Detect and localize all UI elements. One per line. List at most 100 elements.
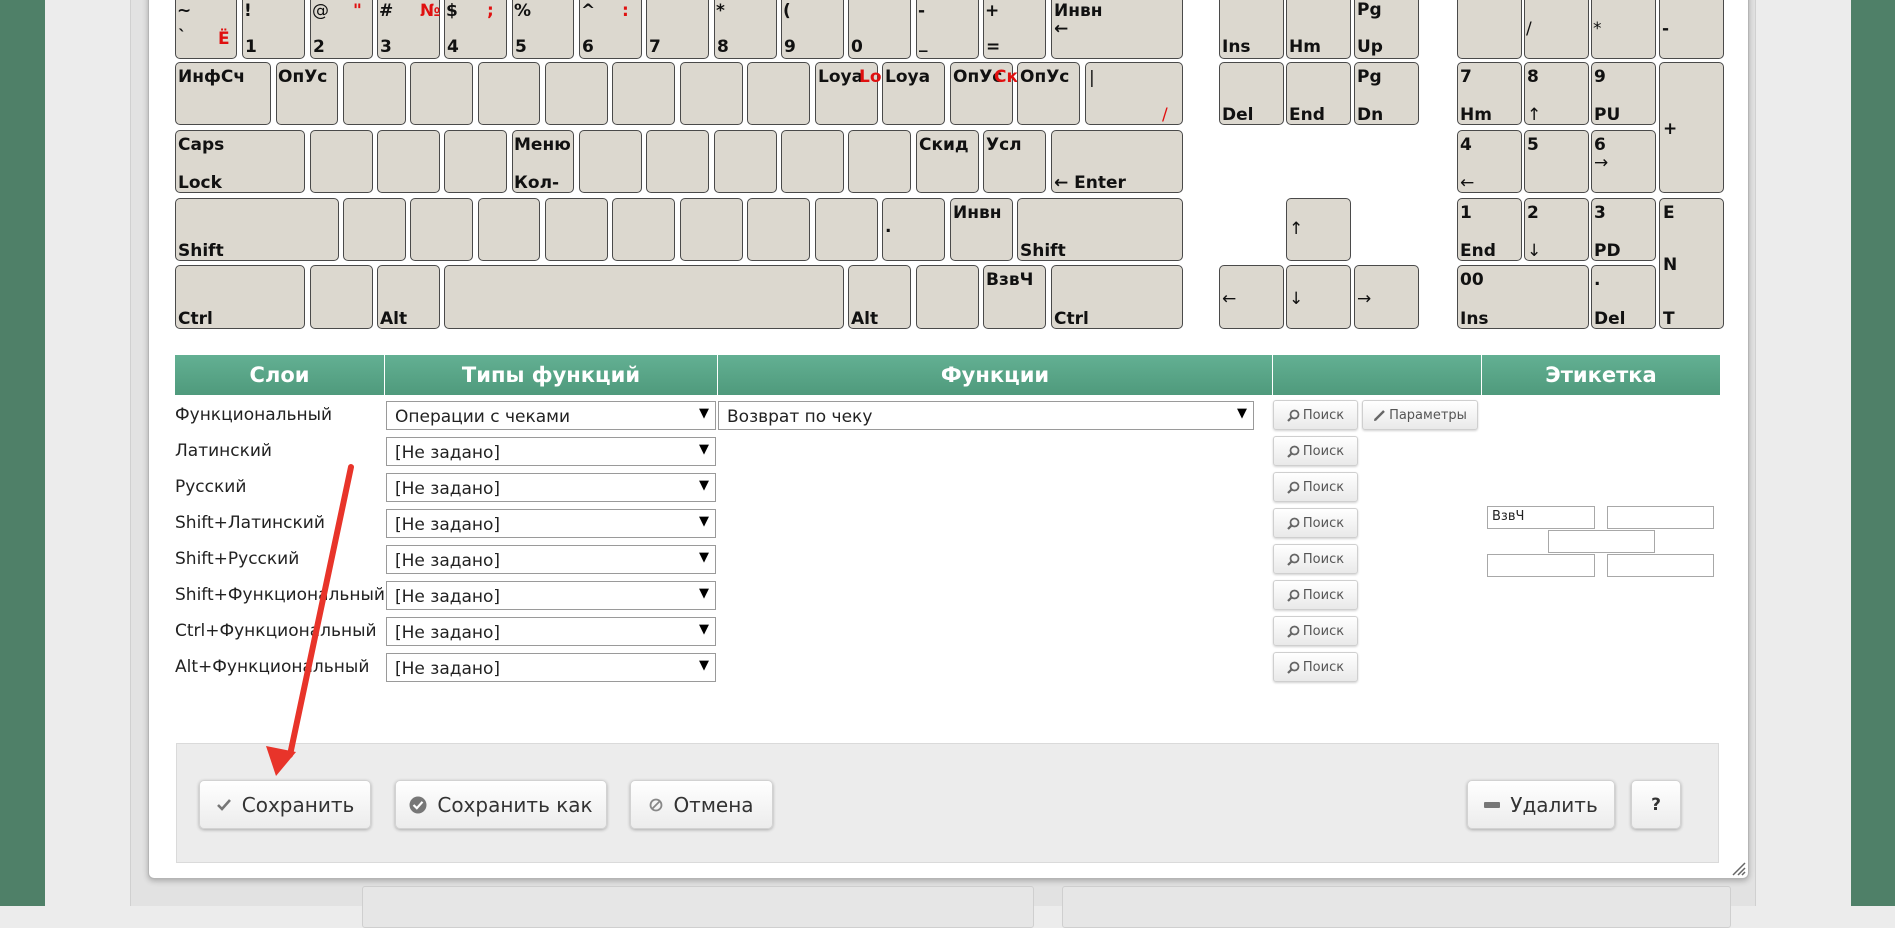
key-numpad-empty[interactable] (1457, 0, 1522, 59)
key-3[interactable]: # № 3 (377, 0, 440, 59)
key-0[interactable]: 0 (848, 0, 911, 59)
key-7[interactable]: 7 (646, 0, 709, 59)
key-numpad-0[interactable]: 00 Ins (1457, 265, 1589, 329)
search-button[interactable]: Поиск (1273, 472, 1358, 502)
key-a[interactable] (310, 130, 373, 193)
function-type-select[interactable]: [Не задано] ▼ (386, 581, 716, 610)
key-backspace[interactable]: Инвн ← (1051, 0, 1183, 59)
key-numpad-8[interactable]: 8 ↑ (1524, 62, 1589, 125)
save-button[interactable]: Сохранить (199, 780, 371, 829)
key-numpad-7[interactable]: 7 Hm (1457, 62, 1522, 125)
key-numpad-5[interactable]: 5 (1524, 130, 1589, 193)
key-home[interactable]: Hm (1286, 0, 1351, 59)
key-numpad-slash[interactable]: / (1524, 0, 1589, 59)
key-numpad-enter[interactable]: E N T (1659, 198, 1724, 329)
key-r[interactable] (478, 62, 540, 125)
key-right-ctrl[interactable]: Ctrl (1051, 265, 1183, 329)
function-type-select[interactable]: [Не задано] ▼ (386, 545, 716, 574)
key-i[interactable] (747, 62, 810, 125)
key-e[interactable] (410, 62, 473, 125)
key-4[interactable]: $ ; 4 (444, 0, 507, 59)
key-tab[interactable]: ИнфСч (175, 62, 271, 125)
label-input-bottom-left[interactable] (1487, 554, 1595, 577)
key-b[interactable] (612, 198, 675, 261)
key-arrow-down[interactable]: ↓ (1286, 265, 1351, 329)
key-q[interactable]: ОпУс (276, 62, 338, 125)
key-page-up[interactable]: Pg Up (1354, 0, 1419, 59)
function-type-select[interactable]: [Не задано] ▼ (386, 473, 716, 502)
key-caps-lock[interactable]: Caps Lock (175, 130, 305, 193)
key-insert[interactable]: Ins (1219, 0, 1284, 59)
label-input-bottom-right[interactable] (1607, 554, 1714, 577)
key-numpad-minus[interactable]: - (1659, 0, 1724, 59)
save-as-button[interactable]: Сохранить как (395, 780, 607, 829)
key-period[interactable]: . (882, 198, 945, 261)
key-quote[interactable]: Усл (983, 130, 1046, 193)
help-button[interactable]: ? (1631, 780, 1681, 829)
key-backslash[interactable]: | / (1085, 62, 1183, 125)
function-type-select[interactable]: Операции с чеками ▼ (386, 401, 716, 430)
key-win[interactable] (310, 265, 373, 329)
function-type-select[interactable]: [Не задано] ▼ (386, 617, 716, 646)
parameters-button[interactable]: Параметры (1362, 400, 1478, 430)
key-tilde[interactable]: ~ ` Ё (175, 0, 237, 59)
key-equal[interactable]: + = (983, 0, 1046, 59)
label-input-top-right[interactable] (1607, 506, 1714, 529)
key-p[interactable]: Loya (882, 62, 945, 125)
function-type-select[interactable]: [Не задано] ▼ (386, 653, 716, 682)
key-g[interactable] (579, 130, 642, 193)
function-type-select[interactable]: [Не задано] ▼ (386, 437, 716, 466)
key-bracket-right[interactable]: ОпУс (1017, 62, 1080, 125)
key-arrow-up[interactable]: ↑ (1286, 198, 1351, 261)
key-numpad-plus[interactable]: + (1659, 62, 1724, 193)
key-numpad-6[interactable]: 6 → (1591, 130, 1656, 193)
key-context-menu[interactable]: ВзвЧ (983, 265, 1046, 329)
function-select[interactable]: Возврат по чеку ▼ (718, 401, 1254, 430)
key-5[interactable]: % 5 (512, 0, 574, 59)
label-input-top-left[interactable]: ВзвЧ (1487, 506, 1595, 529)
key-page-down[interactable]: Pg Dn (1354, 62, 1419, 125)
key-left-ctrl[interactable]: Ctrl (175, 265, 305, 329)
key-w[interactable] (343, 62, 406, 125)
key-t[interactable] (545, 62, 608, 125)
key-numpad-9[interactable]: 9 PU (1591, 62, 1656, 125)
key-right-alt[interactable]: Alt (848, 265, 911, 329)
key-arrow-left[interactable]: ← (1219, 265, 1284, 329)
key-j[interactable] (714, 130, 777, 193)
key-numpad-1[interactable]: 1 End (1457, 198, 1522, 261)
key-slash[interactable]: Инвн (950, 198, 1013, 261)
key-space[interactable] (444, 265, 844, 329)
search-button[interactable]: Поиск (1273, 580, 1358, 610)
key-minus[interactable]: - _ (916, 0, 979, 59)
key-numpad-3[interactable]: 3 PD (1591, 198, 1656, 261)
key-c[interactable] (478, 198, 540, 261)
delete-button[interactable]: Удалить (1467, 780, 1615, 829)
resize-grip-icon[interactable] (1730, 860, 1746, 876)
key-right-shift[interactable]: Shift (1017, 198, 1183, 261)
key-left-alt[interactable]: Alt (377, 265, 440, 329)
label-input-middle[interactable] (1548, 530, 1655, 553)
key-numpad-4[interactable]: 4 ← (1457, 130, 1522, 193)
key-k[interactable] (781, 130, 844, 193)
key-numpad-decimal[interactable]: . Del (1591, 265, 1656, 329)
function-type-select[interactable]: [Не задано] ▼ (386, 509, 716, 538)
key-9[interactable]: ( 9 (781, 0, 844, 59)
key-delete[interactable]: Del (1219, 62, 1284, 125)
key-fn[interactable] (916, 265, 979, 329)
key-u[interactable] (680, 62, 743, 125)
key-o[interactable]: Loya Lo (815, 62, 882, 125)
key-l[interactable] (848, 130, 911, 193)
search-button[interactable]: Поиск (1273, 508, 1358, 538)
key-8[interactable]: * 8 (714, 0, 777, 59)
key-6[interactable]: ^ : 6 (579, 0, 642, 59)
key-d[interactable] (444, 130, 507, 193)
key-bracket-left[interactable]: ОпУс Ск (950, 62, 1018, 125)
cancel-button[interactable]: Отмена (630, 780, 773, 829)
key-1[interactable]: ! 1 (242, 0, 305, 59)
key-n[interactable] (680, 198, 743, 261)
search-button[interactable]: Поиск (1273, 616, 1358, 646)
key-y[interactable] (612, 62, 675, 125)
key-arrow-right[interactable]: → (1354, 265, 1419, 329)
key-z[interactable] (343, 198, 406, 261)
key-m[interactable] (747, 198, 810, 261)
